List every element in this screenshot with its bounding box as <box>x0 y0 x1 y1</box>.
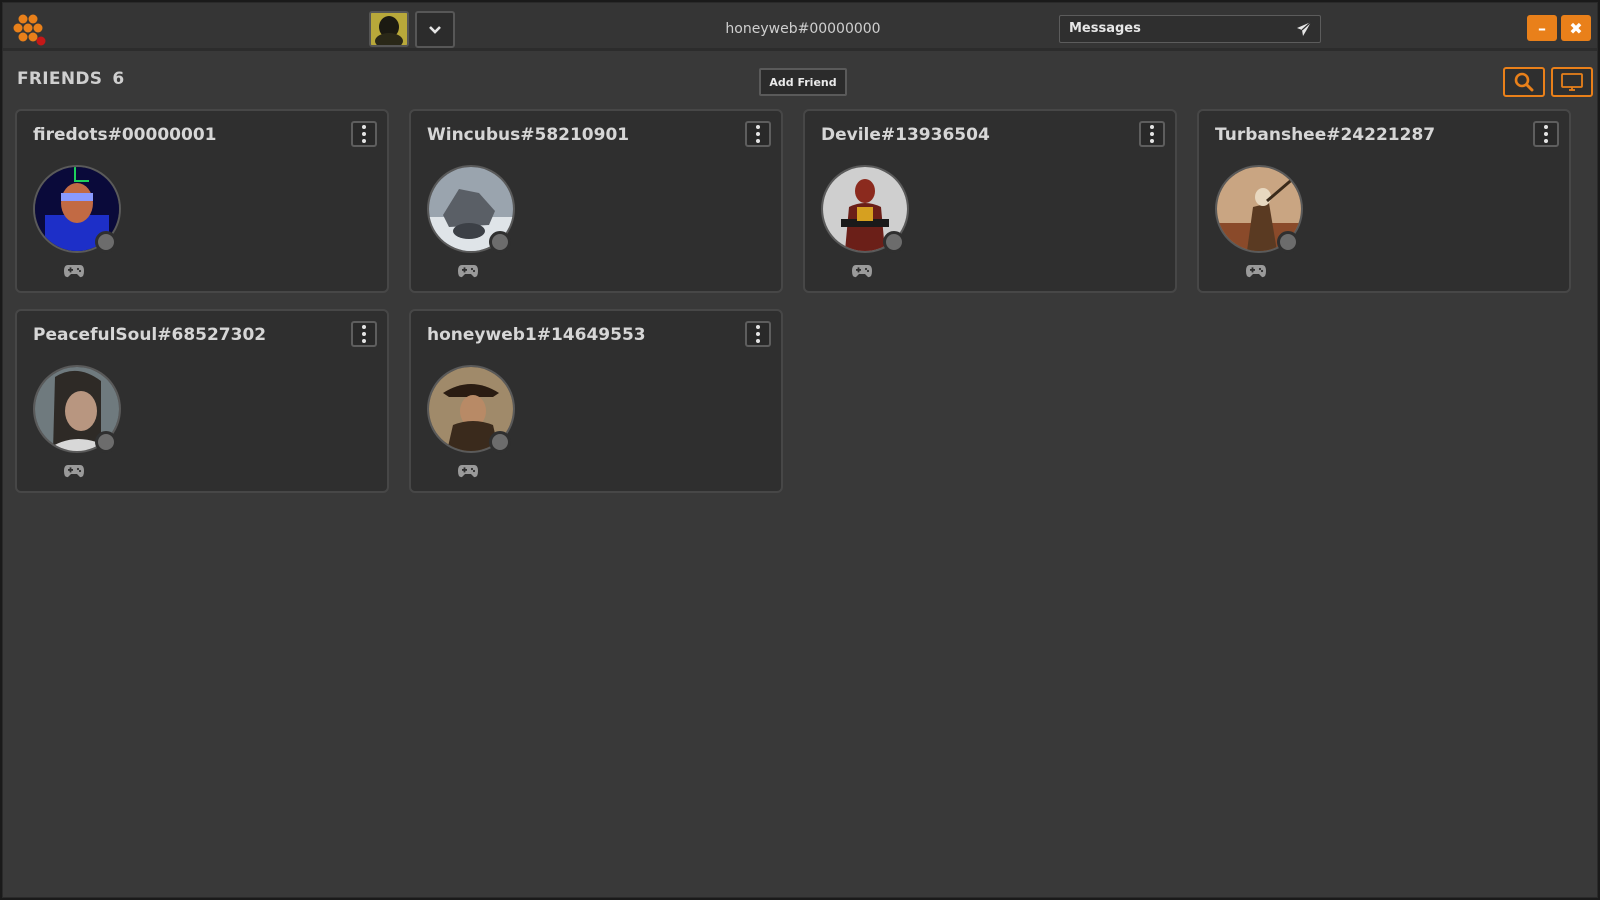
friend-card[interactable]: firedots#00000001 <box>15 109 389 293</box>
more-options-button[interactable] <box>1139 121 1165 147</box>
friends-header: FRIENDS 6 <box>17 69 124 89</box>
status-offline-dot <box>95 431 117 453</box>
gamepad-icon <box>64 465 84 478</box>
more-options-button[interactable] <box>745 121 771 147</box>
title-bar: honeyweb#00000000 Messages – ✖ <box>3 3 1597 51</box>
friend-name: Devile#13936504 <box>821 125 990 145</box>
friend-card[interactable]: honeyweb1#14649553 <box>409 309 783 493</box>
minimize-button[interactable]: – <box>1527 15 1557 41</box>
add-friend-button[interactable]: Add Friend <box>759 68 847 96</box>
status-offline-dot <box>489 431 511 453</box>
screen-share-button[interactable] <box>1551 67 1593 97</box>
friend-name: honeyweb1#14649553 <box>427 325 646 345</box>
gamepad-icon <box>1246 265 1266 278</box>
friends-count: 6 <box>112 69 125 89</box>
monitor-icon <box>1561 73 1583 91</box>
friend-name: firedots#00000001 <box>33 125 217 145</box>
messages-button[interactable]: Messages <box>1059 15 1321 43</box>
friend-name: Turbanshee#24221287 <box>1215 125 1436 145</box>
more-options-button[interactable] <box>351 121 377 147</box>
friend-card[interactable]: Devile#13936504 <box>803 109 1177 293</box>
send-icon <box>1297 21 1312 36</box>
more-options-button[interactable] <box>745 321 771 347</box>
search-button[interactable] <box>1503 67 1545 97</box>
messages-label: Messages <box>1069 21 1141 36</box>
gamepad-icon <box>458 265 478 278</box>
friend-name: PeacefulSoul#68527302 <box>33 325 267 345</box>
status-offline-dot <box>489 231 511 253</box>
gamepad-icon <box>852 265 872 278</box>
honeycomb-logo-icon[interactable] <box>11 11 51 47</box>
friends-title: FRIENDS <box>17 69 103 89</box>
app-window: honeyweb#00000000 Messages – ✖ FRIENDS 6 … <box>2 2 1598 898</box>
status-offline-dot <box>883 231 905 253</box>
more-options-button[interactable] <box>351 321 377 347</box>
profile-avatar[interactable] <box>369 11 409 47</box>
friend-card[interactable]: Turbanshee#24221287 <box>1197 109 1571 293</box>
profile-dropdown-button[interactable] <box>415 11 455 48</box>
status-offline-dot <box>1277 231 1299 253</box>
friend-card[interactable]: PeacefulSoul#68527302 <box>15 309 389 493</box>
gamepad-icon <box>458 465 478 478</box>
chevron-down-icon <box>429 25 441 34</box>
gamepad-icon <box>64 265 84 278</box>
status-offline-dot <box>95 231 117 253</box>
close-button[interactable]: ✖ <box>1561 15 1591 41</box>
friend-card[interactable]: Wincubus#58210901 <box>409 109 783 293</box>
friend-name: Wincubus#58210901 <box>427 125 630 145</box>
current-username: honeyweb#00000000 <box>725 21 881 37</box>
search-icon <box>1514 72 1534 92</box>
more-options-button[interactable] <box>1533 121 1559 147</box>
